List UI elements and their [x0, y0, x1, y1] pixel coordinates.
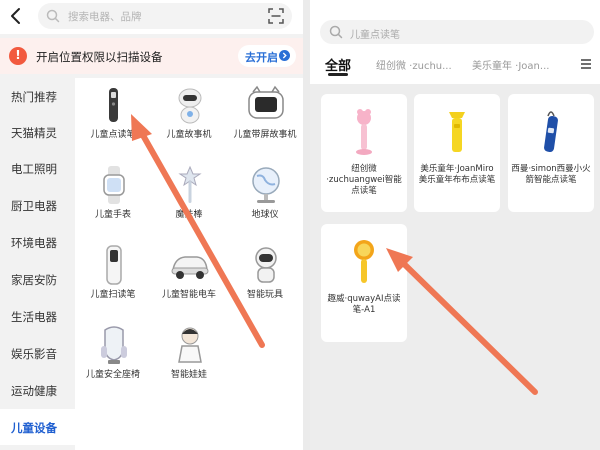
search-placeholder: 儿童点读笔 [350, 30, 400, 41]
active-tab-indicator [328, 73, 348, 76]
screenshot-composite: 搜索电器、品牌 ! 开启位置权限以扫描设备 去开启 热门推荐 天猫精灵 电工照明… [0, 0, 600, 450]
product-tile-label: 地球仪 [251, 210, 279, 220]
product-type-grid: 儿童点读笔 儿童故事机 儿童带屏故事机 儿童手表 魔法棒 地球仪 儿童扫读笔 儿… [75, 78, 303, 450]
category-item-active[interactable]: 儿童设备 [0, 409, 75, 445]
reading-pen-icon [109, 88, 118, 122]
category-label: 厨卫电器 [11, 199, 57, 213]
category-label: 生活电器 [11, 310, 57, 324]
category-item[interactable]: 家居安防 [0, 261, 75, 297]
product-tile-label: 儿童故事机 [166, 130, 212, 140]
product-tile[interactable]: 儿童智能电车 [151, 240, 227, 318]
category-item[interactable]: 环境电器 [0, 224, 75, 260]
kids-watch-icon [103, 166, 125, 204]
product-card-label: 纽创微·zuchuangwei智能点读笔 [326, 164, 402, 196]
category-item[interactable]: 电工照明 [0, 150, 75, 186]
enable-location-label: 去开启 [245, 51, 278, 64]
category-label: 电工照明 [11, 162, 57, 176]
menu-icon[interactable] [580, 58, 592, 70]
product-tile[interactable]: 儿童带屏故事机 [227, 80, 303, 158]
tab-brand-joanmiro[interactable]: 美乐童年 ·Joan... [472, 57, 549, 72]
product-card-label: 趣威·quwayAI点读笔-A1 [327, 294, 401, 315]
category-sidebar: 热门推荐 天猫精灵 电工照明 厨卫电器 环境电器 家居安防 生活电器 娱乐影音 … [0, 78, 75, 450]
category-item[interactable]: 热门推荐 [0, 78, 75, 114]
category-item[interactable]: 厨卫电器 [0, 187, 75, 223]
results-header: 儿童点读笔 全部 纽创微 ·zuchu... 美乐童年 ·Joan... [310, 0, 600, 84]
product-tile[interactable]: 智能娃娃 [151, 320, 227, 398]
product-tile-label: 儿童带屏故事机 [233, 130, 297, 140]
search-results-panel: 儿童点读笔 全部 纽创微 ·zuchu... 美乐童年 ·Joan... 纽创微… [310, 0, 600, 450]
category-label: 娱乐影音 [11, 347, 57, 361]
category-item[interactable]: 运动健康 [0, 372, 75, 408]
astronaut-toy-icon [255, 247, 277, 283]
device-category-panel: 搜索电器、品牌 ! 开启位置权限以扫描设备 去开启 热门推荐 天猫精灵 电工照明… [0, 0, 303, 450]
product-card[interactable]: 趣威·quwayAI点读笔-A1 [321, 224, 407, 342]
lion-reading-pen-image [354, 240, 374, 283]
product-card[interactable]: 西曼·simon西曼小火箭智能点读笔 [508, 94, 594, 212]
product-card[interactable]: 纽创微·zuchuangwei智能点读笔 [321, 94, 407, 212]
story-robot-icon [178, 88, 202, 124]
product-tile-label: 儿童手表 [94, 210, 131, 220]
product-tile[interactable]: 智能玩具 [227, 240, 303, 318]
product-tile[interactable]: 地球仪 [227, 160, 303, 238]
smart-doll-icon [178, 327, 202, 363]
search-input[interactable]: 搜索电器、品牌 [38, 3, 292, 29]
product-tile-label: 智能娃娃 [170, 370, 207, 380]
product-card-label: 西曼·simon西曼小火箭智能点读笔 [511, 164, 591, 185]
product-tile-label: 儿童点读笔 [90, 130, 136, 140]
product-tile-label: 儿童扫读笔 [90, 290, 136, 300]
pink-reading-pen-image [356, 109, 372, 155]
scanning-pen-icon [106, 245, 122, 285]
category-label: 家居安防 [11, 273, 57, 287]
category-label: 天猫精灵 [11, 126, 57, 140]
blue-reading-pen-image [544, 111, 558, 153]
product-card-label: 美乐童年·JoanMiro美乐童年布布点读笔 [418, 164, 496, 185]
category-item[interactable]: 娱乐影音 [0, 335, 75, 371]
product-card[interactable]: 美乐童年·JoanMiro美乐童年布布点读笔 [414, 94, 500, 212]
product-tile-label: 魔法棒 [175, 210, 203, 220]
category-label: 运动健康 [11, 384, 57, 398]
globe-icon [252, 167, 280, 203]
product-tile[interactable]: 魔法棒 [151, 160, 227, 238]
product-tile-label: 儿童安全座椅 [85, 370, 140, 380]
product-tile[interactable]: 儿童扫读笔 [75, 240, 151, 318]
warning-icon: ! [9, 47, 27, 65]
location-permission-banner: ! 开启位置权限以扫描设备 去开启 [0, 38, 303, 74]
search-icon [329, 25, 343, 39]
product-tile[interactable]: 儿童点读笔 [75, 80, 151, 158]
top-bar: 搜索电器、品牌 [0, 0, 303, 34]
product-tile-label: 儿童智能电车 [161, 290, 216, 300]
product-tile-label: 智能玩具 [246, 290, 283, 300]
category-item[interactable]: 生活电器 [0, 298, 75, 334]
product-tile[interactable]: 儿童安全座椅 [75, 320, 151, 398]
scan-icon[interactable] [268, 8, 284, 24]
search-placeholder: 搜索电器、品牌 [68, 11, 142, 23]
product-tile[interactable]: 儿童故事机 [151, 80, 227, 158]
tab-brand-zuchuangwei[interactable]: 纽创微 ·zuchu... [376, 57, 452, 72]
car-seat-icon [101, 326, 127, 364]
ride-on-car-icon [171, 256, 209, 279]
category-item[interactable]: 天猫精灵 [0, 114, 75, 150]
tab-all[interactable]: 全部 [325, 55, 351, 74]
search-icon [46, 9, 60, 23]
screen-story-machine-icon [248, 85, 284, 119]
product-tile[interactable]: 儿童手表 [75, 160, 151, 238]
magic-wand-icon [178, 165, 202, 203]
back-arrow-icon[interactable] [6, 6, 26, 26]
category-label: 儿童设备 [11, 421, 57, 435]
category-label: 热门推荐 [11, 90, 57, 104]
category-label: 环境电器 [11, 236, 57, 250]
enable-location-button[interactable]: 去开启 [238, 45, 296, 67]
yellow-reading-pen-image [449, 112, 465, 152]
search-input[interactable]: 儿童点读笔 [320, 20, 594, 44]
banner-text: 开启位置权限以扫描设备 [36, 50, 163, 64]
chevron-right-icon [279, 50, 290, 61]
